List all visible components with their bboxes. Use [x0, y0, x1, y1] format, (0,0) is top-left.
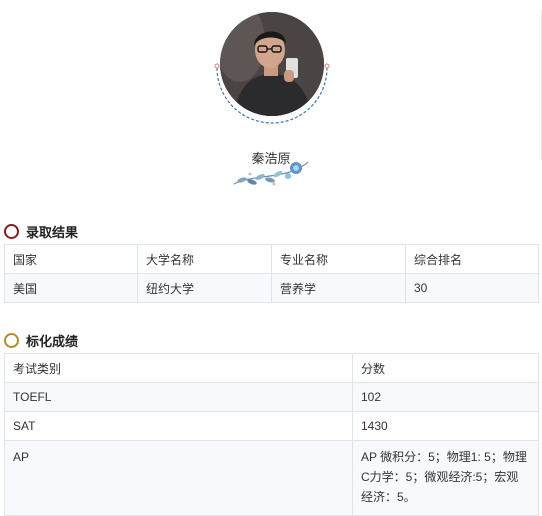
- column-header-ranking: 综合排名: [405, 244, 539, 274]
- cell-university: 纽约大学: [137, 273, 272, 303]
- cell-score: 102: [352, 382, 539, 412]
- scores-table: 考试类别 分数 TOEFL 102 SAT 1430 AP AP 微积分：5；物…: [4, 353, 539, 516]
- column-header-exam-type: 考试类别: [4, 353, 353, 383]
- column-header-country: 国家: [4, 244, 138, 274]
- cell-exam-type: AP: [4, 440, 353, 516]
- table-header-row: 考试类别 分数: [4, 353, 539, 383]
- circle-marker-icon: [4, 223, 19, 239]
- avatar: [220, 12, 324, 116]
- table-row: 美国 纽约大学 营养学 30: [4, 273, 539, 303]
- cell-score: 1430: [352, 411, 539, 441]
- avatar-container: [214, 10, 330, 126]
- scores-section-title: 标化成绩: [26, 333, 79, 349]
- cell-score: AP 微积分：5；物理1: 5；物理C力学：5；微观经济:5；宏观经济：5。: [352, 440, 539, 516]
- scores-section-heading: 标化成绩: [4, 330, 78, 350]
- admission-section-title: 录取结果: [26, 224, 79, 240]
- circle-marker-icon: [4, 332, 19, 348]
- cell-country: 美国: [4, 273, 138, 303]
- table-row: TOEFL 102: [4, 382, 539, 412]
- table-row: AP AP 微积分：5；物理1: 5；物理C力学：5；微观经济:5；宏观经济：5…: [4, 440, 539, 516]
- admission-section-heading: 录取结果: [4, 221, 78, 241]
- admission-table: 国家 大学名称 专业名称 综合排名 美国 纽约大学 营养学 30: [4, 244, 539, 303]
- cell-exam-type: TOEFL: [4, 382, 353, 412]
- table-row: SAT 1430: [4, 411, 539, 441]
- column-header-score: 分数: [352, 353, 539, 383]
- column-header-major: 专业名称: [271, 244, 406, 274]
- column-header-university: 大学名称: [137, 244, 272, 274]
- cell-ranking: 30: [405, 273, 539, 303]
- cell-major: 营养学: [271, 273, 406, 303]
- cell-exam-type: SAT: [4, 411, 353, 441]
- table-header-row: 国家 大学名称 专业名称 综合排名: [4, 244, 539, 274]
- floral-decoration-icon: [233, 161, 309, 186]
